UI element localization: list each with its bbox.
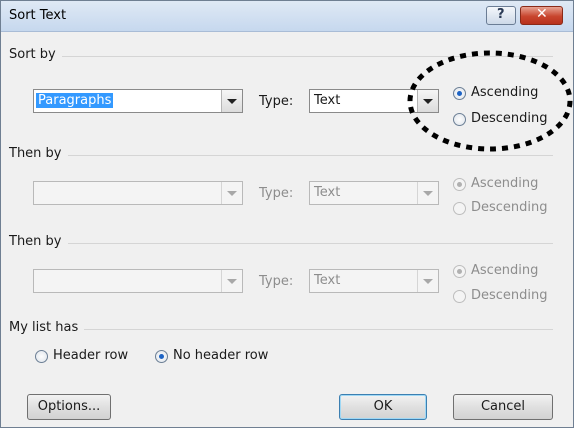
highlight-annotation — [407, 50, 573, 152]
dotted-ellipse — [407, 50, 573, 152]
